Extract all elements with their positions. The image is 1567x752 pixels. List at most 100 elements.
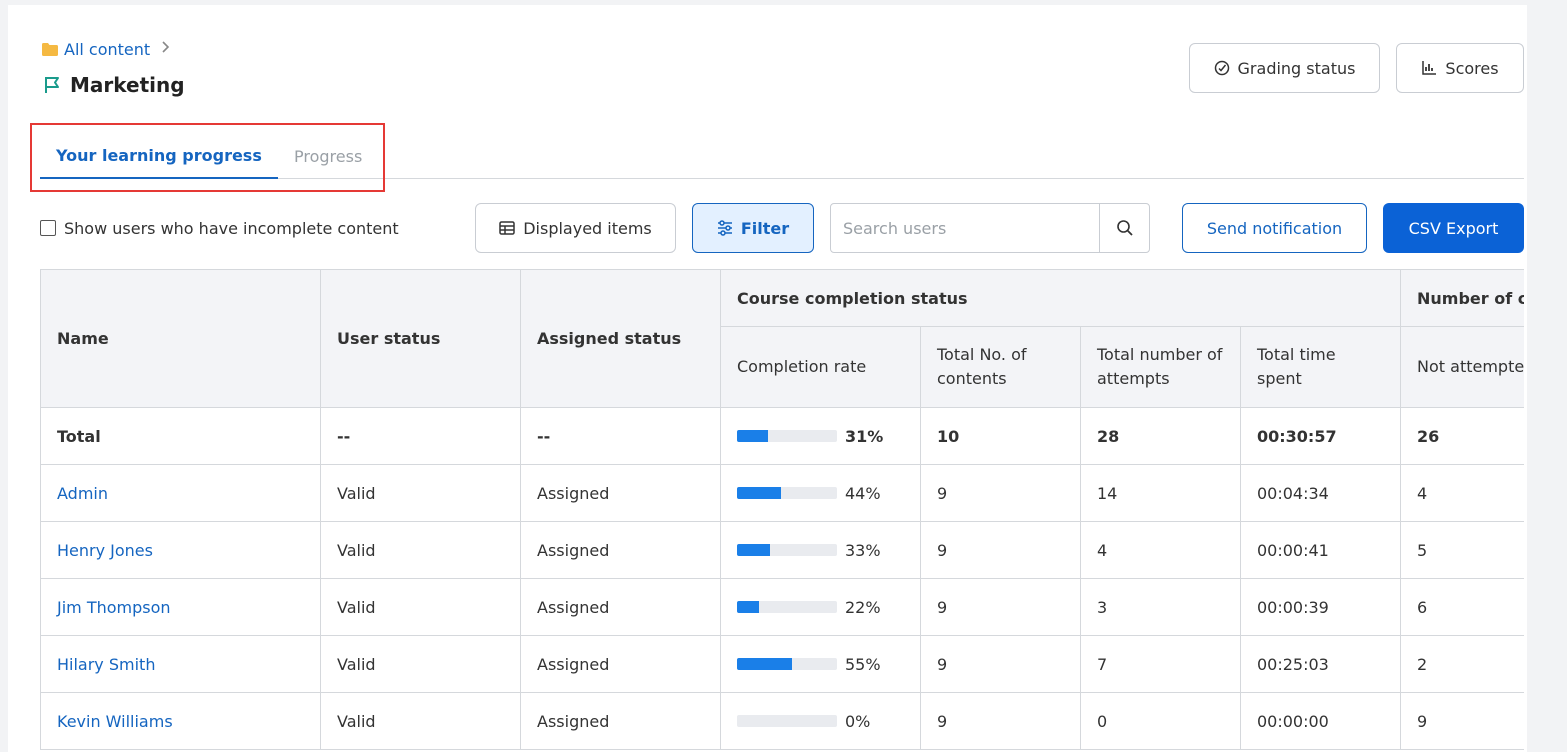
cell-total-attempts: 3	[1080, 578, 1241, 636]
breadcrumb-all-content-link[interactable]: All content	[64, 40, 150, 59]
cell-assigned-status: Assigned	[520, 692, 721, 750]
cell-total-contents: 9	[920, 578, 1081, 636]
cell-user-status: Valid	[320, 464, 521, 522]
filter-button[interactable]: Filter	[692, 203, 814, 253]
completion-rate: 44%	[737, 484, 904, 503]
cell-assigned-status: Assigned	[520, 578, 721, 636]
tab-bar: Your learning progress Progress	[40, 134, 1524, 179]
grading-icon	[1214, 60, 1229, 76]
completion-rate: 31%	[737, 427, 904, 446]
grading-status-label: Grading status	[1237, 58, 1356, 78]
user-name-link[interactable]: Henry Jones	[57, 541, 153, 560]
progress-bar	[737, 487, 837, 499]
table-row: Henry Jones Valid Assigned 33% 9 4 00:00:41 5	[40, 521, 1524, 579]
progress-bar-fill	[737, 601, 759, 613]
cell-total-contents: 10	[920, 407, 1081, 465]
filter-label: Filter	[740, 218, 790, 238]
cell-not-attempted: 9	[1400, 692, 1524, 750]
search-button[interactable]	[1099, 204, 1149, 252]
search-icon	[1116, 220, 1133, 236]
progress-bar-fill	[737, 430, 768, 442]
search-input[interactable]	[831, 204, 1099, 252]
csv-export-button[interactable]: CSV Export	[1383, 203, 1524, 253]
cell-not-attempted: 5	[1400, 521, 1524, 579]
progress-bar-fill	[737, 487, 781, 499]
header-assigned-status[interactable]: Assigned status	[520, 269, 721, 408]
table-row: Kevin Williams Valid Assigned 0% 9 0 00:00:00 9	[40, 692, 1524, 750]
cell-name[interactable]: Henry Jones	[40, 521, 321, 579]
header-number-of: Number of c	[1400, 269, 1524, 327]
table-row: Admin Valid Assigned 44% 9 14 00:04:34 4	[40, 464, 1524, 522]
incomplete-content-checkbox[interactable]	[40, 220, 56, 236]
sliders-icon	[717, 220, 732, 236]
completion-percent: 0%	[845, 711, 871, 731]
cell-completion-rate: 31%	[720, 407, 921, 465]
grading-status-button[interactable]: Grading status	[1189, 43, 1380, 93]
cell-user-status: Valid	[320, 521, 521, 579]
user-name-link[interactable]: Admin	[57, 484, 108, 503]
page-title-row: Marketing	[42, 72, 185, 98]
progress-bar	[737, 601, 837, 613]
tab-your-learning-progress[interactable]: Your learning progress	[40, 134, 278, 179]
cell-completion-rate: 44%	[720, 464, 921, 522]
cell-user-status: Valid	[320, 692, 521, 750]
progress-table-container[interactable]: Name User status Assigned status Course …	[40, 269, 1524, 752]
cell-total-attempts: 14	[1080, 464, 1241, 522]
send-notification-button[interactable]: Send notification	[1182, 203, 1367, 253]
progress-bar-fill	[737, 658, 792, 670]
table-row: Hilary Smith Valid Assigned 55% 9 7 00:25:03 2	[40, 635, 1524, 693]
header-completion-rate[interactable]: Completion rate	[720, 326, 921, 408]
table-total-row: Total -- -- 31% 10 28 00:30:57 26	[40, 407, 1524, 465]
header-total-attempts[interactable]: Total number of attempts	[1080, 326, 1241, 408]
user-name-link[interactable]: Kevin Williams	[57, 712, 173, 731]
cell-total-attempts: 4	[1080, 521, 1241, 579]
flag-icon	[45, 77, 59, 93]
header-not-attempted[interactable]: Not attempted	[1400, 326, 1524, 408]
cell-not-attempted: 4	[1400, 464, 1524, 522]
user-name-link[interactable]: Hilary Smith	[57, 655, 155, 674]
cell-total-time: 00:00:00	[1239, 692, 1402, 750]
chevron-right-icon	[160, 40, 170, 58]
cell-total-time: 00:00:39	[1239, 578, 1402, 636]
cell-total-attempts: 28	[1080, 407, 1241, 465]
cell-name[interactable]: Hilary Smith	[40, 635, 321, 693]
cell-name[interactable]: Jim Thompson	[40, 578, 321, 636]
table-body: Total -- -- 31% 10 28 00:30:57 26 Admin Valid Assi…	[40, 407, 1524, 750]
header-name[interactable]: Name	[40, 269, 321, 408]
header-total-contents[interactable]: Total No. of contents	[920, 326, 1081, 408]
total-label: Total	[57, 426, 101, 446]
header-total-time[interactable]: Total time spent	[1239, 326, 1402, 408]
cell-assigned-status: Assigned	[520, 464, 721, 522]
cell-total-time: 00:25:03	[1239, 635, 1402, 693]
incomplete-content-toggle[interactable]: Show users who have incomplete content	[40, 218, 399, 238]
cell-not-attempted: 26	[1400, 407, 1524, 465]
cell-completion-rate: 0%	[720, 692, 921, 750]
completion-rate: 0%	[737, 712, 904, 731]
cell-name[interactable]: Kevin Williams	[40, 692, 321, 750]
progress-bar	[737, 430, 837, 442]
cell-not-attempted: 6	[1400, 578, 1524, 636]
header-course-completion: Course completion status	[719, 269, 1402, 327]
cell-assigned-status: Assigned	[520, 635, 721, 693]
cell-user-status: --	[320, 407, 521, 465]
scores-button[interactable]: Scores	[1396, 43, 1524, 93]
cell-assigned-status: Assigned	[520, 521, 721, 579]
folder-icon	[42, 42, 58, 56]
displayed-items-button[interactable]: Displayed items	[475, 203, 676, 253]
user-name-link[interactable]: Jim Thompson	[57, 598, 171, 617]
header-user-status[interactable]: User status	[320, 269, 521, 408]
page-title: Marketing	[70, 73, 185, 97]
cell-total-contents: 9	[920, 521, 1081, 579]
completion-percent: 31%	[845, 426, 884, 446]
cell-name[interactable]: Admin	[40, 464, 321, 522]
cell-total-attempts: 0	[1080, 692, 1241, 750]
completion-percent: 22%	[845, 597, 881, 617]
cell-total-contents: 9	[920, 635, 1081, 693]
cell-total-contents: 9	[920, 464, 1081, 522]
cell-total-time: 00:00:41	[1239, 521, 1402, 579]
tab-progress[interactable]: Progress	[294, 134, 362, 179]
completion-rate: 33%	[737, 541, 904, 560]
progress-bar	[737, 715, 837, 727]
completion-percent: 55%	[845, 654, 881, 674]
cell-completion-rate: 55%	[720, 635, 921, 693]
